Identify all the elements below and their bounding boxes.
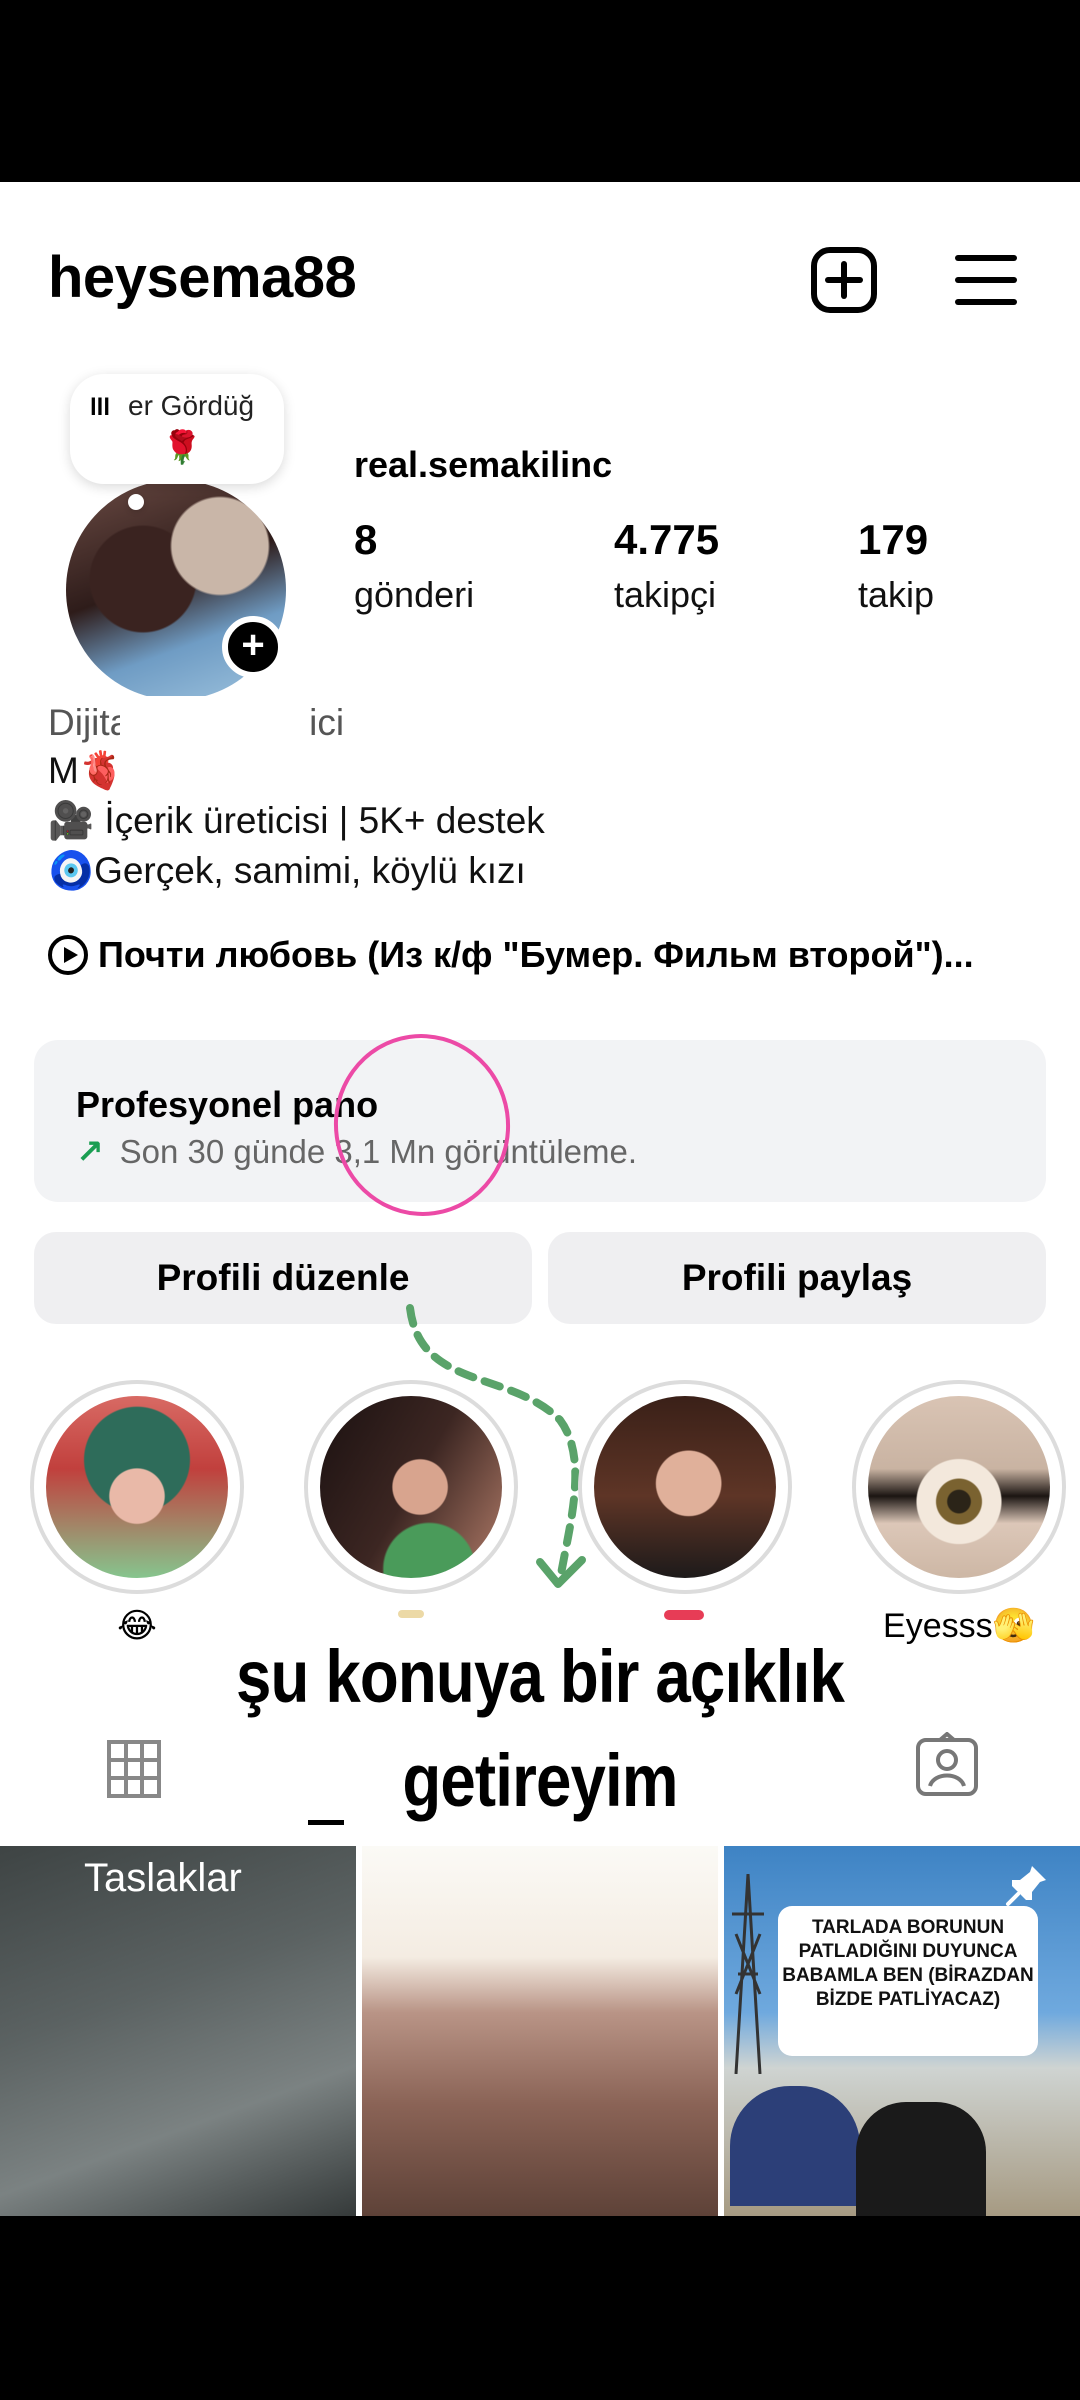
profile-username[interactable]: heysema88: [48, 244, 357, 311]
share-profile-button[interactable]: Profili paylaş: [548, 1232, 1046, 1324]
create-post-icon[interactable]: [808, 244, 880, 316]
video-caption-line-2: getireyim: [402, 1739, 678, 1822]
highlight-label-3-partial: [664, 1610, 704, 1620]
highlight-label-2-partial: [398, 1610, 424, 1618]
post-3-text-card: TARLADA BORUNUN PATLADIĞINI DUYUNCA BABA…: [778, 1906, 1038, 2056]
bottom-black-bar: [0, 2216, 1080, 2400]
dashboard-title: Profesyonel pano: [76, 1084, 379, 1125]
top-black-bar: [0, 0, 1080, 182]
followers-count: 4.775: [614, 516, 720, 563]
pin-icon: [1006, 1866, 1046, 1906]
bio-line-1: M🫀: [48, 750, 125, 791]
highlight-cover: [868, 1396, 1050, 1578]
post-person-graphic: [856, 2102, 986, 2216]
following-stat[interactable]: 179 takip: [858, 516, 934, 616]
play-icon: [48, 935, 88, 975]
note-bubble-tail: [128, 494, 144, 510]
professional-dashboard[interactable]: Profesyonel pano ↗ Son 30 günde 3,1 Mn gö…: [34, 1040, 1046, 1202]
blurred-area: [120, 696, 310, 744]
menu-icon[interactable]: [950, 244, 1022, 316]
note-emoji: 🌹: [162, 429, 202, 465]
posts-label: gönderi: [354, 574, 475, 615]
drafts-label: Taslaklar: [84, 1856, 242, 1900]
power-tower-graphic: [732, 1874, 764, 2074]
highlight-cover: [320, 1396, 502, 1578]
music-title: Почти любовь (Из к/ф "Бумер. Фильм второ…: [98, 934, 974, 975]
following-count: 179: [858, 516, 929, 563]
video-caption-line-1: şu konuya bir açıklık: [236, 1635, 845, 1718]
followers-stat[interactable]: 4.775 takipçi: [614, 516, 719, 616]
drafts-post[interactable]: [0, 1846, 356, 2216]
add-story-button[interactable]: +: [222, 616, 284, 678]
profile-note-bubble[interactable]: lll er Gördüğ 🌹: [70, 374, 284, 484]
highlight-2[interactable]: [304, 1380, 518, 1594]
note-text: er Gördüğ: [128, 390, 255, 421]
posts-count: 8: [354, 516, 378, 563]
profile-real-name[interactable]: real.semakilinc: [354, 444, 612, 486]
followers-label: takipçi: [614, 574, 717, 615]
trend-arrow-icon: ↗: [76, 1133, 104, 1170]
bio-line-2: 🎥 İçerik üreticisi | 5K+ destek: [48, 800, 545, 841]
highlight-cover: [594, 1396, 776, 1578]
music-bars-icon: lll: [90, 394, 111, 421]
profile-music[interactable]: Почти любовь (Из к/ф "Бумер. Фильм второ…: [48, 934, 974, 976]
post-person-graphic: [730, 2086, 860, 2206]
bio-line-3: 🧿Gerçek, samimi, köylü kızı: [48, 850, 526, 891]
profile-screen: heysema88 + lll er Gördüğ 🌹 real.semakil…: [0, 182, 1080, 2216]
following-label: takip: [858, 574, 935, 615]
highlight-3[interactable]: [578, 1380, 792, 1594]
highlight-4[interactable]: [852, 1380, 1066, 1594]
posts-stat[interactable]: 8 gönderi: [354, 516, 474, 616]
post-2[interactable]: [362, 1846, 718, 2216]
highlight-cover: [46, 1396, 228, 1578]
highlight-1[interactable]: [30, 1380, 244, 1594]
